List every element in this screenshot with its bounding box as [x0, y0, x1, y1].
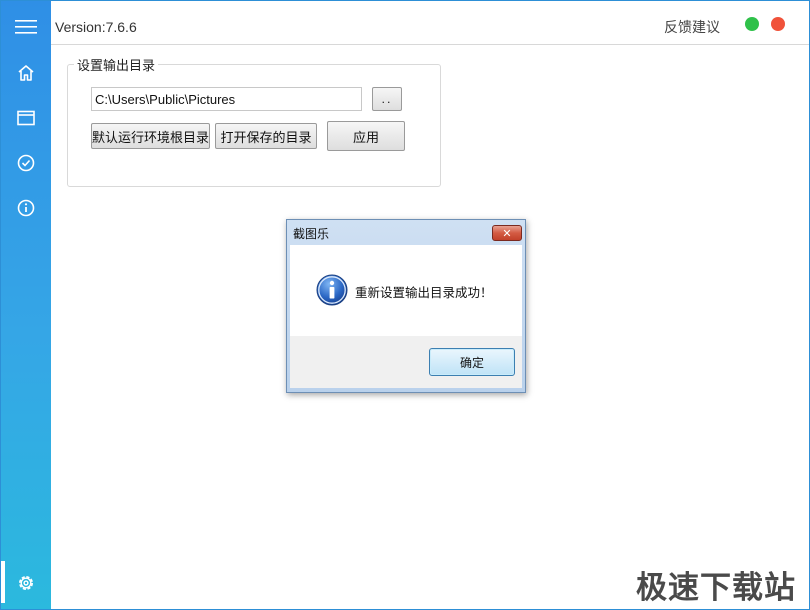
message-dialog: 截图乐 ✕ 重新设置输出目录成功！ 确定: [286, 219, 526, 393]
output-path-input[interactable]: [91, 87, 362, 111]
app-window: Version:7.6.6 反馈建议 设置输出目录 .. 默认运行环境根目录 打…: [0, 0, 810, 610]
open-directory-button[interactable]: 打开保存的目录: [215, 123, 317, 149]
info-icon: [316, 274, 348, 306]
ok-button[interactable]: 确定: [429, 348, 515, 376]
sidebar: [1, 1, 51, 609]
version-label: Version:7.6.6: [55, 19, 137, 35]
apply-button[interactable]: 应用: [327, 121, 405, 151]
default-directory-button[interactable]: 默认运行环境根目录: [91, 123, 210, 149]
feedback-link[interactable]: 反馈建议: [664, 17, 720, 37]
menu-icon[interactable]: [1, 7, 51, 47]
window-icon[interactable]: [1, 98, 51, 138]
info-circle-icon[interactable]: [1, 188, 51, 228]
browse-button[interactable]: ..: [372, 87, 402, 111]
watermark-text: 极速下载站: [636, 570, 796, 606]
home-icon[interactable]: [1, 53, 51, 93]
output-directory-legend: 设置输出目录: [77, 59, 156, 74]
dialog-title: 截图乐: [293, 227, 330, 241]
dialog-body: 重新设置输出目录成功！: [290, 245, 522, 336]
minimize-button[interactable]: [745, 17, 759, 31]
dialog-close-button[interactable]: ✕: [492, 225, 522, 241]
gear-icon[interactable]: [1, 563, 51, 603]
dialog-footer: 确定: [290, 336, 522, 388]
title-bar: Version:7.6.6 反馈建议: [51, 1, 809, 45]
dialog-message: 重新设置输出目录成功！: [355, 285, 493, 300]
check-circle-icon[interactable]: [1, 143, 51, 183]
close-button[interactable]: [771, 17, 785, 31]
